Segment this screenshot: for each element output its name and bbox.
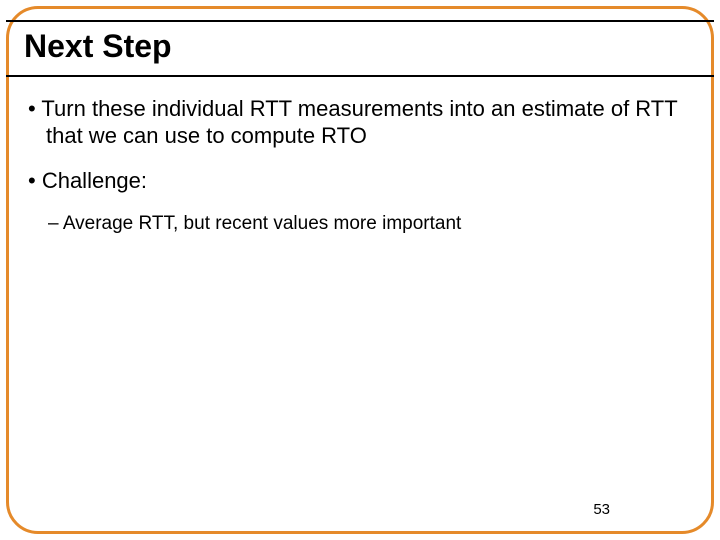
sub-bullet-item: Average RTT, but recent values more impo…	[28, 212, 692, 236]
slide-title: Next Step	[24, 28, 696, 65]
page-number: 53	[593, 501, 610, 518]
title-container: Next Step	[6, 20, 714, 77]
bullet-item: Turn these individual RTT measurements i…	[28, 96, 692, 150]
slide-border	[6, 6, 714, 534]
content-area: Turn these individual RTT measurements i…	[28, 96, 692, 236]
bullet-item: Challenge:	[28, 168, 692, 195]
